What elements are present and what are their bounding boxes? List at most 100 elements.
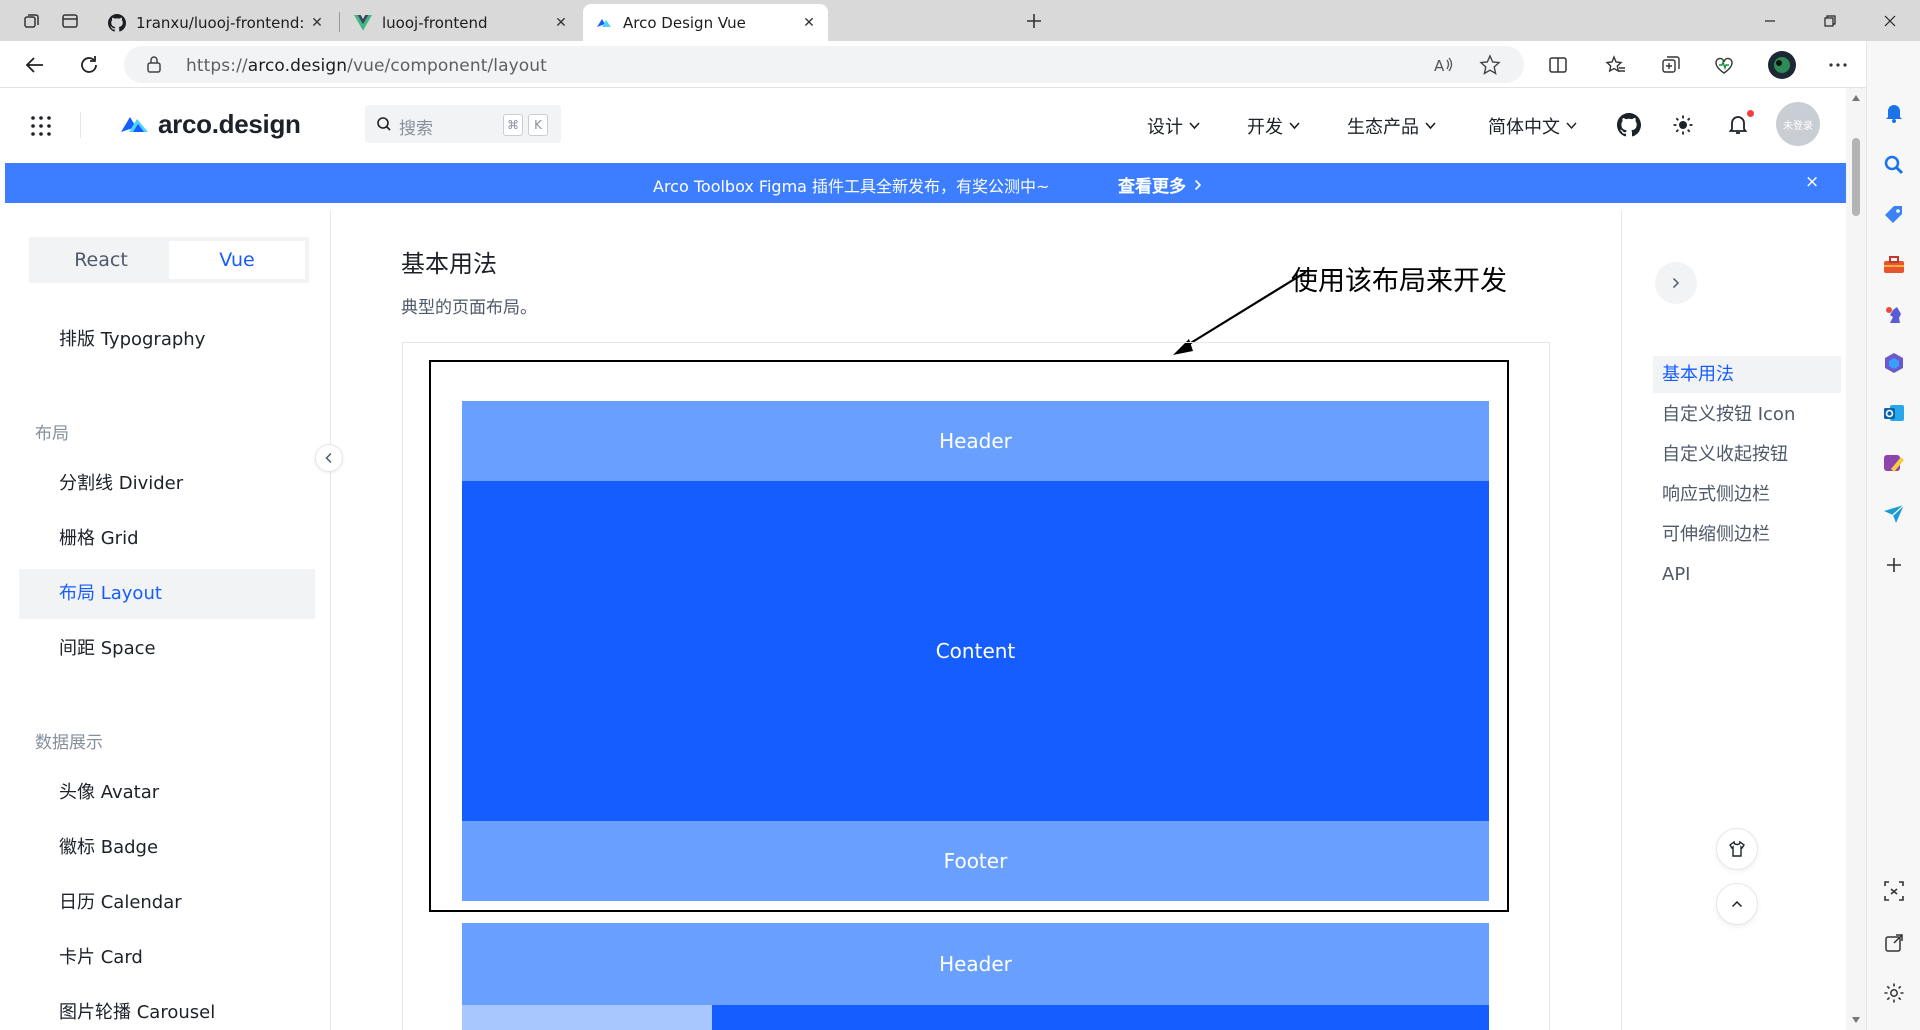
search-icon[interactable] (1882, 153, 1906, 177)
nav-design[interactable]: 设计 (1147, 113, 1200, 139)
toc-item-responsive[interactable]: 响应式侧边栏 (1653, 476, 1841, 513)
read-aloud-icon[interactable]: A (1432, 54, 1454, 76)
annotation-text: 使用该布局来开发 (1291, 266, 1507, 297)
profile-avatar-icon[interactable] (1766, 49, 1798, 81)
refresh-icon[interactable] (72, 49, 106, 81)
nav-label: 设计 (1147, 117, 1183, 138)
sidebar-item-layout[interactable]: 布局 Layout (19, 569, 315, 619)
split-screen-icon[interactable] (1542, 49, 1574, 81)
sidebar-item-carousel[interactable]: 图片轮播 Carousel (19, 988, 315, 1030)
open-external-icon[interactable] (1882, 931, 1906, 955)
settings-gear-icon[interactable] (1882, 981, 1906, 1005)
tab-github[interactable]: 1ranxu/luooj-frontend: luooj-fror ✕ (96, 4, 336, 41)
outlook-icon[interactable] (1882, 401, 1906, 425)
add-icon[interactable] (1882, 553, 1906, 577)
header-divider (80, 112, 81, 138)
sidebar-item-card[interactable]: 卡片 Card (19, 933, 315, 983)
toc-item-api[interactable]: API (1653, 556, 1841, 593)
section-description: 典型的页面布局。 (401, 298, 537, 318)
new-tab-icon[interactable] (1020, 8, 1048, 34)
sidebar-item-badge[interactable]: 徽标 Badge (19, 823, 315, 873)
minimize-icon[interactable] (1740, 0, 1800, 41)
chevron-right-icon (1194, 179, 1202, 190)
browser-essentials-icon[interactable] (1708, 49, 1740, 81)
sidebar-item-calendar[interactable]: 日历 Calendar (19, 878, 315, 928)
nav-label: 生态产品 (1347, 117, 1419, 138)
close-tab-icon[interactable]: ✕ (552, 14, 570, 32)
workspaces-icon[interactable] (18, 8, 46, 34)
tools-briefcase-icon[interactable] (1882, 253, 1906, 277)
layout-header-second: Header (462, 923, 1489, 1005)
toc-item-custom-icon[interactable]: 自定义按钮 Icon (1653, 396, 1841, 433)
banner-more-label: 查看更多 (1118, 177, 1186, 197)
address-bar[interactable]: https://arco.design/vue/component/layout… (124, 46, 1524, 83)
toc-toggle-button[interactable] (1655, 262, 1697, 304)
toc-item-custom-collapse[interactable]: 自定义收起按钮 (1653, 436, 1841, 473)
scroll-up-icon (1852, 95, 1860, 101)
apps-grid-icon[interactable] (30, 115, 52, 137)
microsoft-365-icon[interactable] (1882, 351, 1906, 375)
toc-item-basic[interactable]: 基本用法 (1653, 356, 1841, 393)
chevron-down-icon (1189, 122, 1200, 130)
lock-icon[interactable] (146, 55, 162, 73)
designer-icon[interactable] (1882, 451, 1906, 475)
tab-arco[interactable]: Arco Design Vue ✕ (583, 4, 828, 41)
notification-bell-icon[interactable] (1882, 101, 1906, 125)
search-box[interactable]: 搜索 ⌘ K (365, 105, 561, 143)
tab-title: Arco Design Vue (623, 13, 746, 32)
shopping-tag-icon[interactable] (1882, 203, 1906, 227)
browser-window: 1ranxu/luooj-frontend: luooj-fror ✕ luoo… (0, 0, 1920, 1030)
chevron-up-icon (1731, 900, 1743, 908)
close-tab-icon[interactable]: ✕ (800, 14, 818, 32)
browser-toolbar: https://arco.design/vue/component/layout… (0, 41, 1920, 88)
back-icon[interactable] (18, 49, 52, 81)
sidebar-item-avatar[interactable]: 头像 Avatar (19, 768, 315, 818)
framework-vue-tab[interactable]: Vue (169, 241, 305, 279)
sidebar-item-space[interactable]: 间距 Space (19, 624, 315, 674)
tab-strip: 1ranxu/luooj-frontend: luooj-fror ✕ luoo… (0, 0, 1920, 41)
github-icon[interactable] (1616, 112, 1642, 138)
sidebar-item-grid[interactable]: 栅格 Grid (19, 514, 315, 564)
sidebar-item-typography[interactable]: 排版 Typography (19, 315, 315, 365)
nav-develop[interactable]: 开发 (1247, 113, 1300, 139)
banner-more-link[interactable]: 查看更多 (1118, 172, 1202, 197)
close-window-icon[interactable] (1860, 0, 1920, 41)
banner-text: Arco Toolbox Figma 插件工具全新发布，有奖公测中~ (653, 177, 1050, 196)
page-scrollbar[interactable] (1846, 88, 1866, 1030)
close-tab-icon[interactable]: ✕ (308, 14, 326, 32)
send-icon[interactable] (1882, 501, 1906, 525)
avatar[interactable]: 未登录 (1776, 102, 1820, 146)
arco-logo-icon (120, 112, 152, 136)
layout-content-second (712, 1005, 1489, 1030)
chevron-down-icon (1289, 122, 1300, 130)
nav-language[interactable]: 简体中文 (1488, 113, 1577, 139)
scroll-down-icon (1852, 1017, 1860, 1023)
sidebar-item-divider[interactable]: 分割线 Divider (19, 459, 315, 509)
theme-shirt-button[interactable] (1716, 828, 1758, 870)
back-to-top-button[interactable] (1716, 883, 1758, 925)
screenshot-icon[interactable] (1882, 879, 1906, 903)
restore-icon[interactable] (1800, 0, 1860, 41)
site-header: arco.design 搜索 ⌘ K 设计 开发 生态产品 简体中文 未登录 (0, 88, 1846, 162)
tab-title: 1ranxu/luooj-frontend: luooj-fror (136, 13, 308, 32)
web-page: arco.design 搜索 ⌘ K 设计 开发 生态产品 简体中文 未登录 A… (0, 88, 1866, 1030)
theme-sun-icon[interactable] (1670, 112, 1696, 138)
shirt-icon (1729, 840, 1745, 857)
layout-sider-second (462, 1005, 712, 1030)
favorites-icon[interactable] (1600, 49, 1632, 81)
more-menu-icon[interactable] (1822, 49, 1854, 81)
arco-logo[interactable]: arco.design (120, 108, 301, 140)
search-icon (376, 116, 392, 132)
games-chess-icon[interactable] (1882, 303, 1906, 327)
toc-item-resizable[interactable]: 可伸缩侧边栏 (1653, 516, 1841, 553)
framework-react-tab[interactable]: React (33, 241, 169, 279)
favorite-star-icon[interactable] (1479, 54, 1501, 76)
component-sidebar: React Vue 排版 Typography 布局 分割线 Divider 栅… (5, 211, 331, 1030)
tab-luooj[interactable]: luooj-frontend ✕ (342, 4, 580, 41)
collections-icon[interactable] (1655, 49, 1687, 81)
tab-actions-icon[interactable] (56, 8, 84, 34)
scrollbar-thumb[interactable] (1852, 138, 1860, 216)
nav-ecosystem[interactable]: 生态产品 (1347, 113, 1436, 139)
chevron-down-icon (1425, 122, 1436, 130)
banner-close-icon[interactable]: × (1805, 172, 1819, 192)
